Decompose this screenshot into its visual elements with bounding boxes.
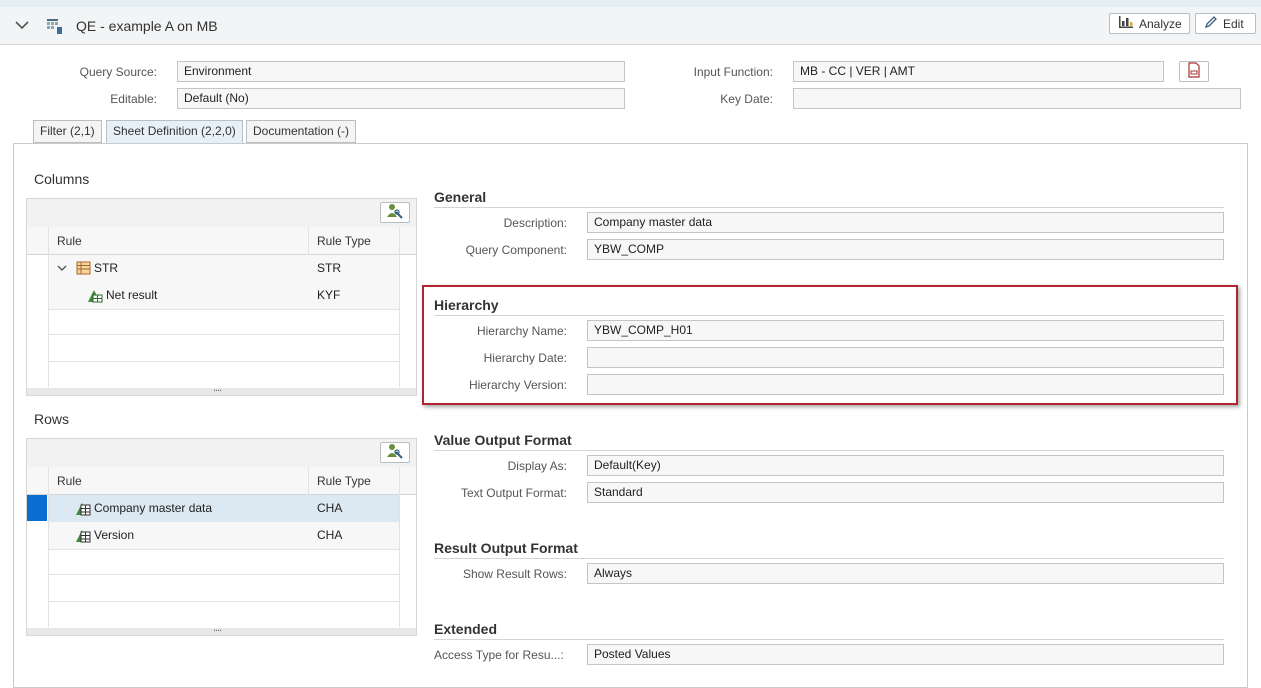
display-as-field[interactable]: Default(Key)	[587, 455, 1224, 476]
structure-icon	[76, 261, 92, 276]
rows-toolbar	[27, 439, 416, 468]
top-strip	[0, 0, 1261, 7]
rows-settings-button[interactable]	[380, 442, 410, 463]
editable-field[interactable]: Default (No)	[177, 88, 625, 109]
columns-header-rule-type: Rule Type	[317, 234, 371, 248]
page-title: QE - example A on MB	[76, 18, 218, 34]
col-divider-end	[399, 227, 400, 387]
edit-label: Edit	[1223, 16, 1244, 31]
hierarchy-version-label: Hierarchy Version:	[468, 378, 567, 392]
key-figure-icon	[87, 288, 103, 303]
characteristic-icon	[75, 501, 91, 516]
columns-row-rule: STR	[94, 261, 118, 275]
row-divider	[49, 574, 399, 575]
extended-title: Extended	[434, 621, 498, 637]
row-divider	[49, 361, 399, 362]
analyze-button[interactable]: Analyze	[1109, 13, 1190, 34]
hierarchy-date-label: Hierarchy Date:	[483, 351, 567, 365]
query-source-field[interactable]: Environment	[177, 61, 625, 82]
result-output-divider	[434, 558, 1224, 559]
description-label: Description:	[503, 216, 567, 230]
hierarchy-title: Hierarchy	[434, 297, 499, 313]
result-output-title: Result Output Format	[434, 540, 578, 556]
text-output-format-field[interactable]: Standard	[587, 482, 1224, 503]
columns-resize-bar[interactable]	[27, 388, 416, 395]
query-icon	[46, 17, 64, 35]
row-divider	[49, 601, 399, 602]
user-settings-icon	[386, 203, 404, 222]
show-result-rows-label: Show Result Rows:	[462, 567, 567, 581]
hierarchy-divider	[434, 315, 1224, 316]
general-title: General	[434, 189, 487, 205]
hierarchy-date-field[interactable]	[587, 347, 1224, 368]
value-output-divider	[434, 450, 1224, 451]
rows-header-rule: Rule	[57, 474, 82, 488]
show-result-rows-field[interactable]: Always	[587, 563, 1224, 584]
user-settings-icon	[386, 443, 404, 462]
key-date-field[interactable]	[793, 88, 1241, 109]
query-source-label: Query Source:	[79, 65, 157, 79]
hierarchy-name-label: Hierarchy Name:	[476, 324, 567, 338]
value-output-title: Value Output Format	[434, 432, 572, 448]
general-divider	[434, 207, 1224, 208]
columns-title: Columns	[34, 171, 90, 187]
input-function-value-help-button[interactable]	[1179, 61, 1209, 82]
hierarchy-name-field[interactable]: YBW_COMP_H01	[587, 320, 1224, 341]
hierarchy-version-field[interactable]	[587, 374, 1224, 395]
editable-label: Editable:	[110, 92, 157, 106]
input-function-label: Input Function:	[693, 65, 773, 79]
tab-filter[interactable]: Filter (2,1)	[33, 120, 102, 143]
columns-row-type: KYF	[317, 288, 341, 302]
columns-resize-handle[interactable]: ....	[213, 382, 222, 394]
rows-row-type: CHA	[317, 528, 343, 542]
tab-sheet-definition[interactable]: Sheet Definition (2,2,0)	[106, 120, 243, 143]
analyze-label: Analyze	[1139, 16, 1182, 31]
columns-table: Rule Rule Type STR STR Net result KYF ..…	[26, 198, 417, 396]
tab-documentation[interactable]: Documentation (-)	[246, 120, 357, 143]
description-field[interactable]: Company master data	[587, 212, 1224, 233]
query-component-label: Query Component:	[465, 243, 567, 257]
query-component-field[interactable]: YBW_COMP	[587, 239, 1224, 260]
rows-row-type: CHA	[317, 501, 343, 515]
rows-row-rule: Version	[94, 528, 135, 542]
row-divider	[49, 334, 399, 335]
row-selected-marker[interactable]	[27, 495, 47, 521]
columns-header-rule: Rule	[57, 234, 82, 248]
edit-button[interactable]: Edit	[1195, 13, 1256, 34]
access-type-field[interactable]: Posted Values	[587, 644, 1224, 665]
columns-row-rule: Net result	[106, 288, 158, 302]
pencil-icon	[1204, 15, 1218, 32]
rows-title: Rows	[34, 411, 70, 427]
col-divider-end	[399, 467, 400, 627]
input-function-field[interactable]: MB - CC | VER | AMT	[793, 61, 1164, 82]
access-type-label: Access Type for Resu...:	[434, 648, 564, 662]
rows-table: Rule Rule Type Company master data CHA V…	[26, 438, 417, 636]
columns-toolbar	[27, 199, 416, 228]
text-output-format-label: Text Output Format:	[460, 486, 567, 500]
extended-divider	[434, 639, 1224, 640]
bar-chart-icon	[1118, 15, 1134, 32]
key-date-label: Key Date:	[720, 92, 773, 106]
collapse-chevron-icon[interactable]	[13, 16, 31, 34]
rows-resize-bar[interactable]	[27, 628, 416, 635]
characteristic-icon	[75, 528, 91, 543]
columns-settings-button[interactable]	[380, 202, 410, 223]
document-icon	[1186, 62, 1202, 81]
rows-resize-handle[interactable]: ....	[213, 622, 222, 634]
expand-chevron-icon[interactable]	[56, 262, 68, 274]
display-as-label: Display As:	[507, 459, 567, 473]
rows-row-rule: Company master data	[94, 501, 213, 515]
columns-row-type: STR	[317, 261, 341, 275]
rows-header-rule-type: Rule Type	[317, 474, 371, 488]
